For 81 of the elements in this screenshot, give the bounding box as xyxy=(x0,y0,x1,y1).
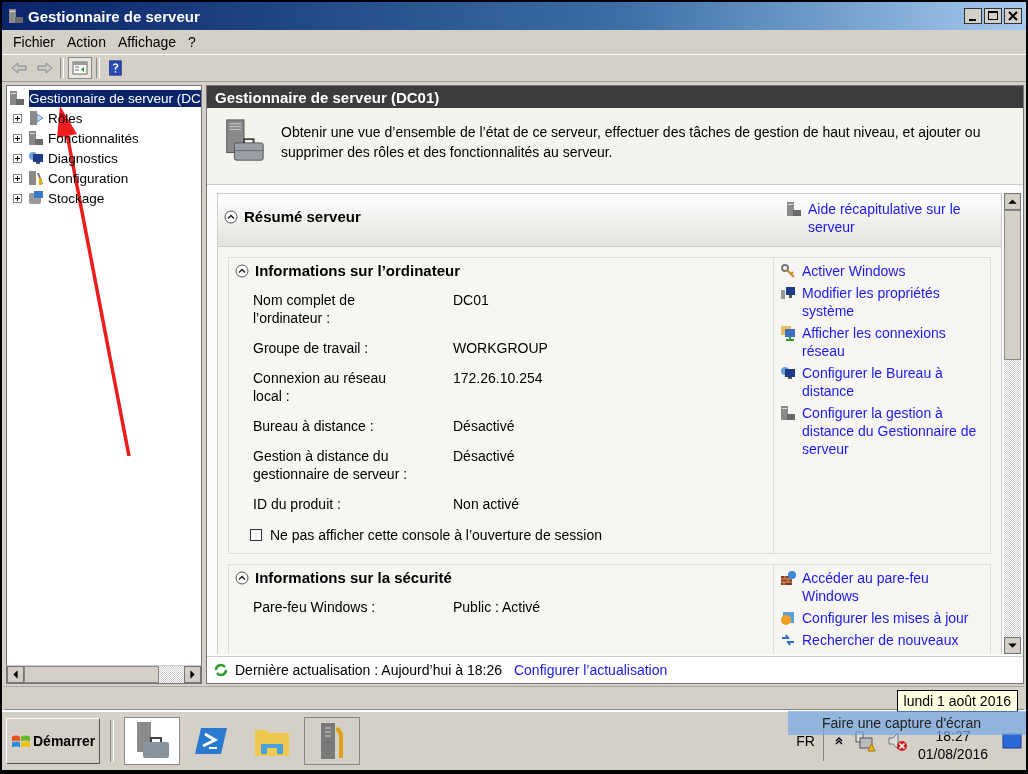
close-icon[interactable] xyxy=(1004,8,1022,24)
horizontal-scrollbar[interactable] xyxy=(7,665,201,683)
task-link[interactable]: Configurer les mises à jour xyxy=(802,609,969,627)
menu-item[interactable]: Affichage xyxy=(114,32,180,52)
scrollbar-thumb[interactable] xyxy=(1004,210,1021,360)
computer-icon xyxy=(780,285,796,301)
task-link[interactable]: Rechercher de nouveaux xyxy=(802,631,959,649)
property-value: Désactivé xyxy=(453,447,516,466)
property-label: ID du produit : xyxy=(253,495,342,513)
property-label: Pare-feu Windows : xyxy=(253,598,377,616)
flag-icon xyxy=(11,734,31,748)
refresh-status: Dernière actualisation : Aujourd’hui à 18:26 xyxy=(235,662,502,678)
menu-item[interactable]: ? xyxy=(185,32,199,52)
property-value: 172.26.10.254 xyxy=(453,369,544,388)
server-icon xyxy=(9,90,25,106)
help-link[interactable]: Aide récapitulative sur le serveur xyxy=(808,200,991,236)
collapse-icon[interactable] xyxy=(235,570,249,585)
task-link[interactable]: Activer Windows xyxy=(802,262,906,280)
property-label: Connexion au réseau local : xyxy=(253,369,388,405)
key-icon xyxy=(780,263,796,279)
expand-icon[interactable] xyxy=(13,133,22,143)
property-value: Public : Activé xyxy=(453,598,542,616)
firewall-icon xyxy=(780,570,796,586)
window-title: Gestionnaire de serveur xyxy=(28,7,200,25)
task-link[interactable]: Configurer la gestion à distance du Gestionnaire de serveur xyxy=(802,404,985,458)
menu-item[interactable]: Fichier xyxy=(10,32,58,52)
tools-icon xyxy=(28,170,44,186)
network-icon xyxy=(780,325,796,341)
arrows-icon xyxy=(780,632,796,648)
start-button[interactable]: Démarrer xyxy=(6,718,101,764)
property-value: Non activé xyxy=(453,495,521,513)
server-icon xyxy=(28,130,44,146)
expand-icon[interactable] xyxy=(13,193,22,203)
date-tooltip: lundi 1 août 2016 xyxy=(896,690,1018,712)
property-label: Bureau à distance : xyxy=(253,417,375,435)
property-value: Désactivé xyxy=(453,417,516,435)
scroll-up-icon[interactable] xyxy=(1004,193,1021,210)
roles-icon xyxy=(28,110,44,126)
task-link[interactable]: Accéder au pare-feu Windows xyxy=(802,569,985,605)
server-icon xyxy=(780,405,796,421)
task-link[interactable]: Modifier les propriétés système xyxy=(802,284,985,320)
maximize-icon[interactable] xyxy=(984,8,1002,24)
description-text: Obtenir une vue d’ensemble de l’état de ce serveur, effectuer des tâches de gestion de haut niveau, et ajouter ou supprimer des rôles et des fonctionnalités au serveur. xyxy=(281,123,982,162)
scrollbar-thumb[interactable] xyxy=(24,666,159,683)
property-value: WORKGROUP xyxy=(453,339,549,357)
task-link[interactable]: Afficher les connexions réseau xyxy=(802,324,985,360)
panel-title: Gestionnaire de serveur (DC01) xyxy=(215,88,440,106)
vertical-scrollbar[interactable] xyxy=(1004,193,1021,654)
chevron-icon[interactable] xyxy=(833,736,844,746)
property-label: Groupe de travail : xyxy=(253,339,370,357)
minimize-icon[interactable] xyxy=(964,8,982,24)
menu-item[interactable]: Action xyxy=(64,32,109,52)
configure-refresh-link[interactable]: Configurer l’actualisation xyxy=(513,661,668,679)
collapse-icon[interactable] xyxy=(235,263,249,278)
refresh-icon[interactable] xyxy=(213,662,229,678)
taskbar-app[interactable] xyxy=(304,717,361,765)
scroll-right-icon[interactable] xyxy=(184,666,201,683)
storage-icon xyxy=(28,190,44,206)
property-label: Gestion à distance du gestionnaire de serveur : xyxy=(253,447,409,483)
expand-icon[interactable] xyxy=(13,113,22,123)
checkbox-label: Ne pas afficher cette console à l’ouverture de session xyxy=(270,527,603,543)
collapse-icon[interactable] xyxy=(224,209,238,224)
tree-item[interactable]: Gestionnaire de serveur (DC xyxy=(29,89,201,107)
expand-icon[interactable] xyxy=(13,153,22,163)
scroll-down-icon[interactable] xyxy=(1004,637,1021,654)
task-link[interactable]: Configurer le Bureau à distance xyxy=(802,364,985,400)
scroll-left-icon[interactable] xyxy=(7,666,24,683)
checkbox[interactable] xyxy=(250,529,262,541)
monitor-icon xyxy=(780,365,796,381)
update-icon xyxy=(780,610,796,626)
section-title: Résumé serveur xyxy=(244,208,361,225)
property-value: DC01 xyxy=(453,291,490,310)
taskbar-app[interactable] xyxy=(124,717,181,765)
monitor-icon xyxy=(28,150,44,166)
section-title: Informations sur la sécurité xyxy=(255,569,452,586)
clock-date[interactable]: 01/08/2016 xyxy=(917,745,988,763)
console-tree-icon[interactable] xyxy=(68,57,92,79)
section-title: Informations sur l’ordinateur xyxy=(255,262,461,279)
expand-icon[interactable] xyxy=(13,173,22,183)
server-icon xyxy=(8,8,24,24)
property-label: Nom complet de l’ordinateur : xyxy=(253,291,356,327)
